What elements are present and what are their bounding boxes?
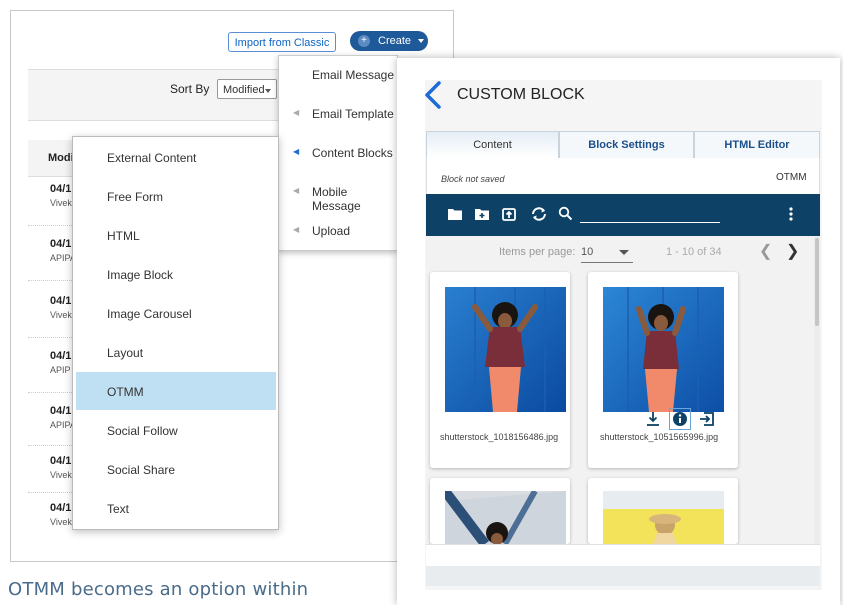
asset-thumbnail[interactable] [603, 287, 724, 412]
asset-thumbnail[interactable] [445, 287, 566, 412]
submenu-item-social-follow[interactable]: Social Follow [76, 411, 276, 449]
items-per-page-underline [581, 262, 633, 263]
row-date: 04/1 [50, 502, 72, 514]
prev-page-icon[interactable]: ❮ [759, 241, 772, 261]
submenu-item-label: External Content [107, 151, 197, 165]
folder-icon[interactable] [447, 207, 463, 221]
caret-down-icon[interactable] [619, 250, 629, 255]
page-range: 1 - 10 of 34 [666, 246, 722, 258]
asset-filename: shutterstock_1051565996.jpg [600, 432, 719, 442]
row-user: Vivek [50, 198, 72, 208]
submenu-item-label: OTMM [107, 385, 144, 399]
submenu-item-social-share[interactable]: Social Share [76, 450, 276, 488]
row-date: 04/1 [50, 455, 72, 467]
plus-icon: + [358, 35, 370, 48]
row-date: 04/1 [50, 405, 72, 417]
menu-item-label: Upload [312, 224, 351, 238]
create-button[interactable]: + Create [350, 31, 428, 51]
new-folder-icon[interactable] [474, 207, 490, 221]
tab-block-settings[interactable]: Block Settings [559, 131, 694, 158]
submenu-item-image-block[interactable]: Image Block [76, 255, 276, 293]
submenu-item-label: HTML [107, 229, 140, 243]
row-date: 04/1 [50, 238, 72, 250]
insert-icon[interactable] [699, 411, 715, 427]
asset-thumbnail[interactable] [603, 491, 724, 544]
import-from-classic-button[interactable]: Import from Classic [228, 32, 336, 52]
submenu-item-layout[interactable]: Layout [76, 333, 276, 371]
create-button-label: Create [378, 35, 412, 47]
dialog-footer-bar [426, 566, 820, 586]
submenu-item-free-form[interactable]: Free Form [76, 177, 276, 215]
submenu-item-label: Text [107, 502, 130, 516]
menu-item-mobile-message[interactable]: ◀ Mobile Message [279, 173, 399, 213]
back-arrow-icon[interactable] [422, 80, 444, 110]
menu-item-content-blocks[interactable]: ◀ Content Blocks [279, 134, 399, 173]
row-user: Vivek [50, 517, 72, 527]
submenu-arrow-icon: ◀ [293, 186, 300, 195]
source-label: OTMM [776, 172, 807, 183]
refresh-icon[interactable] [530, 206, 548, 222]
column-header-modified[interactable]: Modi [48, 152, 74, 164]
asset-filename: shutterstock_1018156486.jpg [440, 432, 559, 442]
row-user: APIP [50, 365, 71, 375]
caret-down-icon [265, 89, 271, 93]
row-date: 04/1 [50, 350, 72, 362]
submenu-item-label: Free Form [107, 190, 164, 204]
search-input[interactable] [580, 222, 720, 223]
tab-content[interactable]: Content [426, 131, 559, 158]
tab-html-editor[interactable]: HTML Editor [694, 131, 820, 158]
menu-item-upload[interactable]: ◀ Upload [279, 212, 399, 251]
dialog-title: CUSTOM BLOCK [457, 86, 585, 103]
menu-item-label: Content Blocks [312, 146, 393, 160]
menu-item-label: Email Message [312, 68, 395, 82]
submenu-item-label: Social Follow [107, 424, 178, 438]
content-blocks-submenu: External Content Free Form HTML Image Bl… [72, 136, 279, 530]
next-page-icon[interactable]: ❯ [786, 241, 799, 261]
more-vert-icon[interactable] [788, 206, 794, 222]
info-icon [673, 412, 687, 426]
row-user: Vivek [50, 310, 72, 320]
submenu-item-text[interactable]: Text [76, 489, 276, 527]
submenu-item-label: Image Block [107, 268, 174, 282]
row-date: 04/1 [50, 295, 72, 307]
items-per-page-select[interactable]: 10 [581, 246, 593, 258]
submenu-arrow-icon: ◀ [293, 147, 300, 156]
menu-item-label: Mobile Message [312, 185, 361, 213]
scrollbar-thumb[interactable] [815, 238, 819, 326]
row-date: 04/1 [50, 183, 72, 195]
asset-thumbnail[interactable] [445, 491, 566, 544]
menu-item-email-template[interactable]: ◀ Email Template [279, 95, 399, 134]
sort-by-label: Sort By [170, 82, 210, 96]
menu-item-label: Email Template [312, 107, 394, 121]
sort-by-select[interactable]: Modified [217, 79, 277, 99]
submenu-item-otmm[interactable]: OTMM [76, 372, 276, 410]
caption-text: OTMM becomes an option within [8, 579, 309, 600]
dialog-footer [426, 544, 820, 567]
submenu-item-label: Social Share [107, 463, 176, 477]
download-icon[interactable] [646, 411, 660, 427]
create-menu: Email Message ◀ Email Template ◀ Content… [278, 55, 398, 251]
submenu-item-html[interactable]: HTML [76, 216, 276, 254]
upload-icon[interactable] [501, 206, 517, 222]
save-status-text: Block not saved [441, 174, 505, 184]
submenu-arrow-icon: ◀ [293, 108, 300, 117]
info-button[interactable] [669, 408, 691, 430]
items-per-page-label: Items per page: [499, 246, 576, 258]
row-user: Vivek [50, 470, 72, 480]
submenu-item-external-content[interactable]: External Content [76, 138, 276, 176]
menu-item-email-message[interactable]: Email Message [279, 56, 399, 95]
submenu-arrow-icon: ◀ [293, 225, 300, 234]
sort-by-value: Modified [223, 84, 265, 96]
submenu-item-label: Image Carousel [107, 307, 192, 321]
submenu-item-image-carousel[interactable]: Image Carousel [76, 294, 276, 332]
search-icon[interactable] [558, 206, 573, 221]
submenu-item-label: Layout [107, 346, 144, 360]
caret-down-icon [418, 39, 425, 44]
